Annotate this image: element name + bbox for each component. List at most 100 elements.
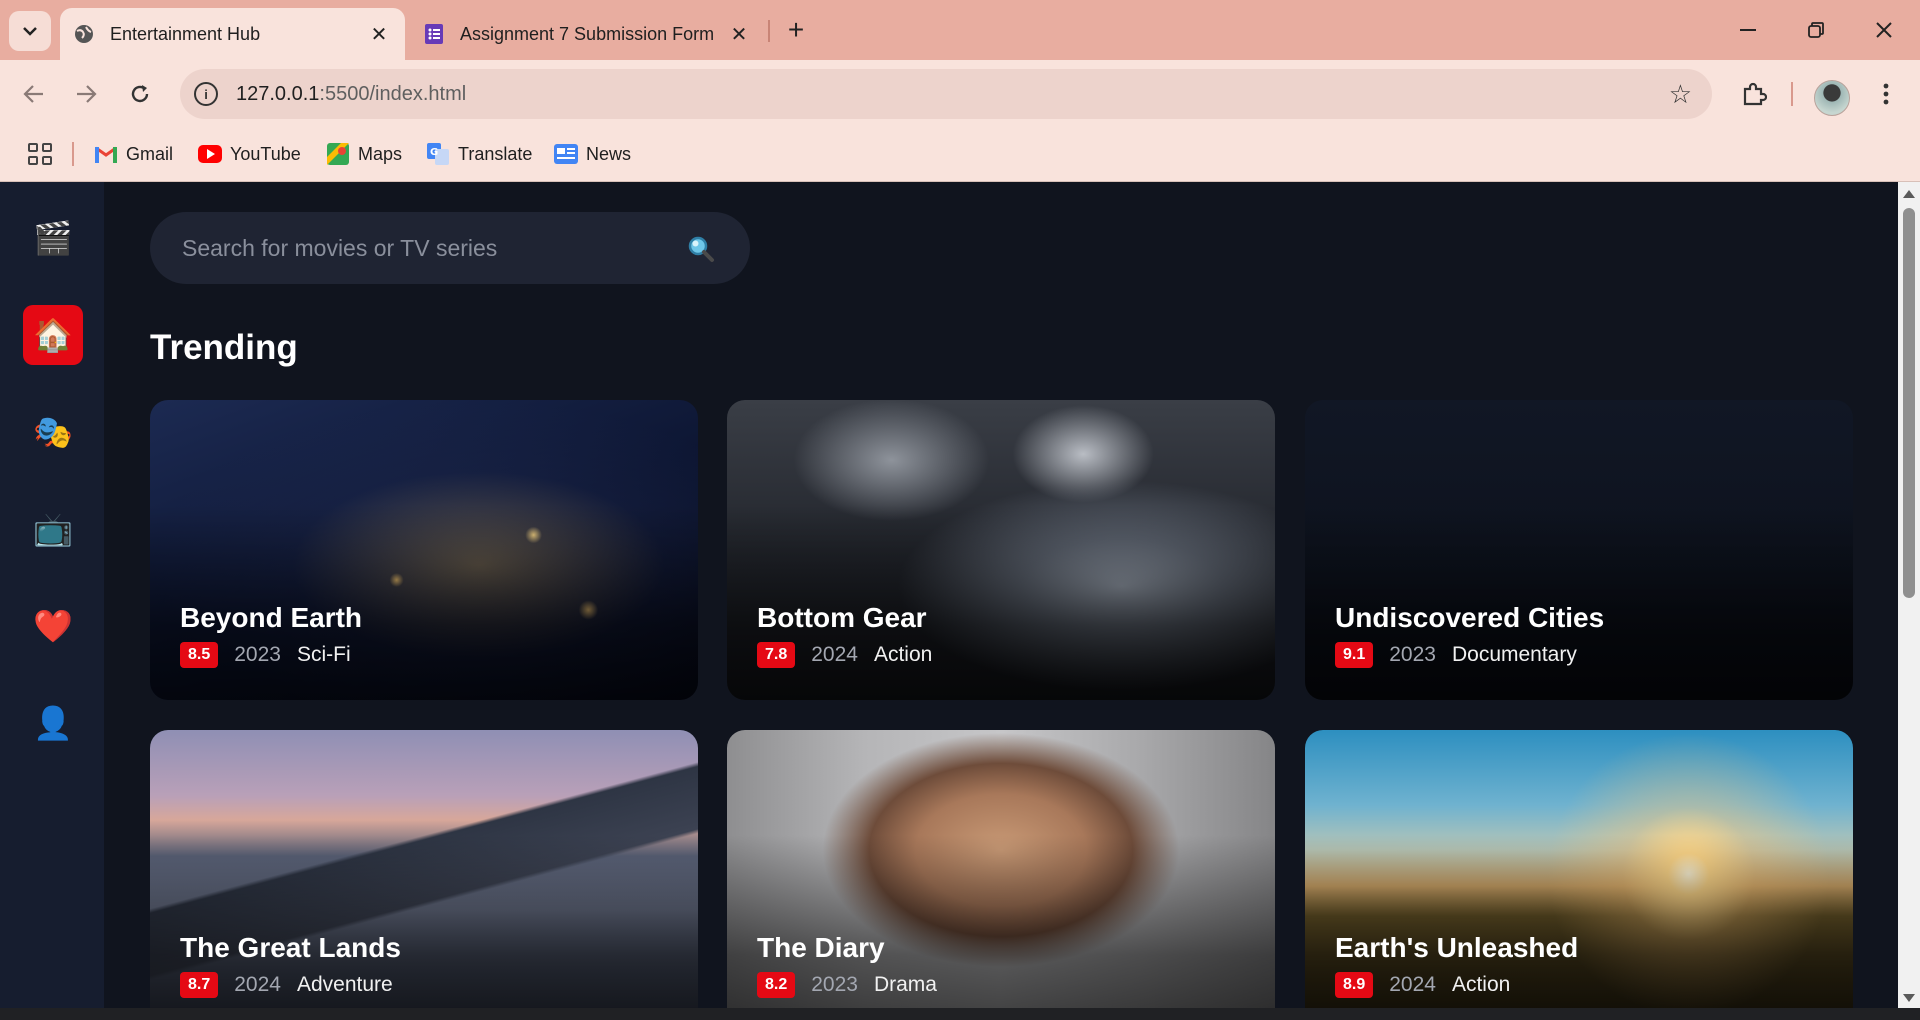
section-title-trending: Trending [150,328,298,367]
card-shade [1305,730,1853,1008]
news-icon [554,142,578,166]
url-path: :5500/index.html [319,83,467,105]
tab-title: Entertainment Hub [110,23,261,44]
bookmark-label: Translate [458,143,533,164]
forward-button[interactable] [66,74,106,114]
tab-assignment-form[interactable]: Assignment 7 Submission Form ✕ [410,8,765,60]
globe-icon [72,22,96,46]
rating-badge: 8.5 [180,642,219,668]
scrollbar-thumb[interactable] [1903,208,1915,598]
card-title: Earth's Unleashed [1335,932,1579,963]
card-title: The Great Lands [180,932,401,963]
url-host: 127.0.0.1 [236,83,320,105]
movie-card[interactable]: Earth's Unleashed 8.9 2024 Action [1305,730,1853,1008]
bookmark-gmail[interactable]: Gmail [94,138,173,170]
card-year: 2024 [234,973,281,996]
bookmark-label: Maps [358,143,403,164]
profile-avatar[interactable] [1814,80,1850,116]
search-icon[interactable] [686,234,716,264]
close-window-button[interactable] [1862,10,1906,50]
minimize-button[interactable] [1726,10,1770,50]
reload-button[interactable] [120,74,160,114]
tab-entertainment-hub[interactable]: Entertainment Hub ✕ [60,8,405,60]
bookmarks-bar: Gmail YouTube Maps G Translate News [0,128,1920,182]
minimize-icon [1740,29,1756,31]
bookmark-youtube[interactable]: YouTube [198,138,301,170]
card-title: Beyond Earth [180,602,363,633]
close-tab-icon[interactable]: ✕ [725,20,753,48]
card-shade [150,730,698,1008]
rating-badge: 8.2 [757,972,796,998]
scroll-down-icon[interactable] [1903,994,1915,1002]
bookmark-maps[interactable]: Maps [326,138,402,170]
card-genre: Action [873,643,933,666]
home-icon: 🏠 [33,317,73,353]
clapperboard-logo-icon[interactable]: 🎬 [23,208,83,268]
toolbar-separator [1791,82,1793,106]
scroll-up-icon[interactable] [1903,190,1915,198]
sidebar-item-movies[interactable]: 🎭 [23,402,83,462]
bookmark-label: YouTube [230,143,301,164]
browser-toolbar: i 127.0.0.1:5500/index.html ☆ [0,60,1920,128]
sidebar-item-tv-series[interactable]: 📺 [23,499,83,559]
card-year: 2023 [234,643,281,666]
card-genre: Drama [873,973,937,996]
tab-title: Assignment 7 Submission Form [460,23,715,44]
bookmark-star-icon[interactable]: ☆ [1669,79,1692,110]
card-meta: 9.1 2023 Documentary [1335,642,1577,668]
movie-card[interactable]: Beyond Earth 8.5 2023 Sci-Fi [150,400,698,700]
card-shade [727,730,1275,1008]
bookmark-translate[interactable]: G Translate [426,138,532,170]
movie-card[interactable]: The Diary 8.2 2023 Drama [727,730,1275,1008]
rating-badge: 8.7 [180,972,219,998]
rating-badge: 7.8 [757,642,796,668]
site-info-icon[interactable]: i [194,82,218,106]
chevron-down-icon [23,27,37,36]
address-bar[interactable]: i 127.0.0.1:5500/index.html ☆ [180,69,1712,119]
sidebar-item-home[interactable]: 🏠 [23,305,83,365]
arrow-right-icon [77,85,97,103]
theater-masks-icon: 🎭 [33,414,73,450]
tab-separator [768,20,770,42]
rating-badge: 9.1 [1335,642,1374,668]
tab-search-button[interactable] [9,11,51,51]
card-meta: 8.7 2024 Adventure [180,972,393,998]
user-icon: 👤 [33,705,73,741]
card-genre: Sci-Fi [296,643,351,666]
new-tab-button[interactable]: + [780,14,812,46]
movie-card[interactable]: Undiscovered Cities 9.1 2023 Documentary [1305,400,1853,700]
heart-icon: ❤️ [33,608,73,644]
back-button[interactable] [14,74,54,114]
restore-button[interactable] [1794,10,1838,50]
movie-card[interactable]: The Great Lands 8.7 2024 Adventure [150,730,698,1008]
card-year: 2024 [811,643,858,666]
search-bar [150,212,750,284]
card-meta: 8.9 2024 Action [1335,972,1510,998]
card-genre: Adventure [296,973,393,996]
card-meta: 8.2 2023 Drama [757,972,937,998]
bookmarks-separator [72,142,74,166]
movie-card[interactable]: Bottom Gear 7.8 2024 Action [727,400,1275,700]
apps-grid-icon[interactable] [24,139,54,169]
card-genre: Action [1451,973,1511,996]
forms-icon [422,22,446,46]
reload-icon [131,85,149,103]
browser-menu-button[interactable] [1866,74,1906,114]
extensions-button[interactable] [1734,74,1774,114]
gmail-icon [94,142,118,166]
sidebar-item-profile[interactable]: 👤 [23,693,83,753]
page-scrollbar[interactable] [1898,182,1920,1008]
card-meta: 7.8 2024 Action [757,642,932,668]
card-title: Bottom Gear [757,602,927,633]
sidebar-item-favorites[interactable]: ❤️ [23,596,83,656]
url-text: 127.0.0.1:5500/index.html [236,83,466,106]
close-tab-icon[interactable]: ✕ [365,20,393,48]
sidebar: 🎬 🏠 🎭 📺 ❤️ 👤 [0,182,104,1008]
svg-text:G: G [430,147,438,158]
puzzle-icon [1743,82,1767,106]
bookmark-news[interactable]: News [554,138,631,170]
translate-icon: G [426,142,450,166]
taskbar-edge [0,1008,1920,1020]
search-input[interactable] [182,232,662,264]
card-title: The Diary [757,932,885,963]
